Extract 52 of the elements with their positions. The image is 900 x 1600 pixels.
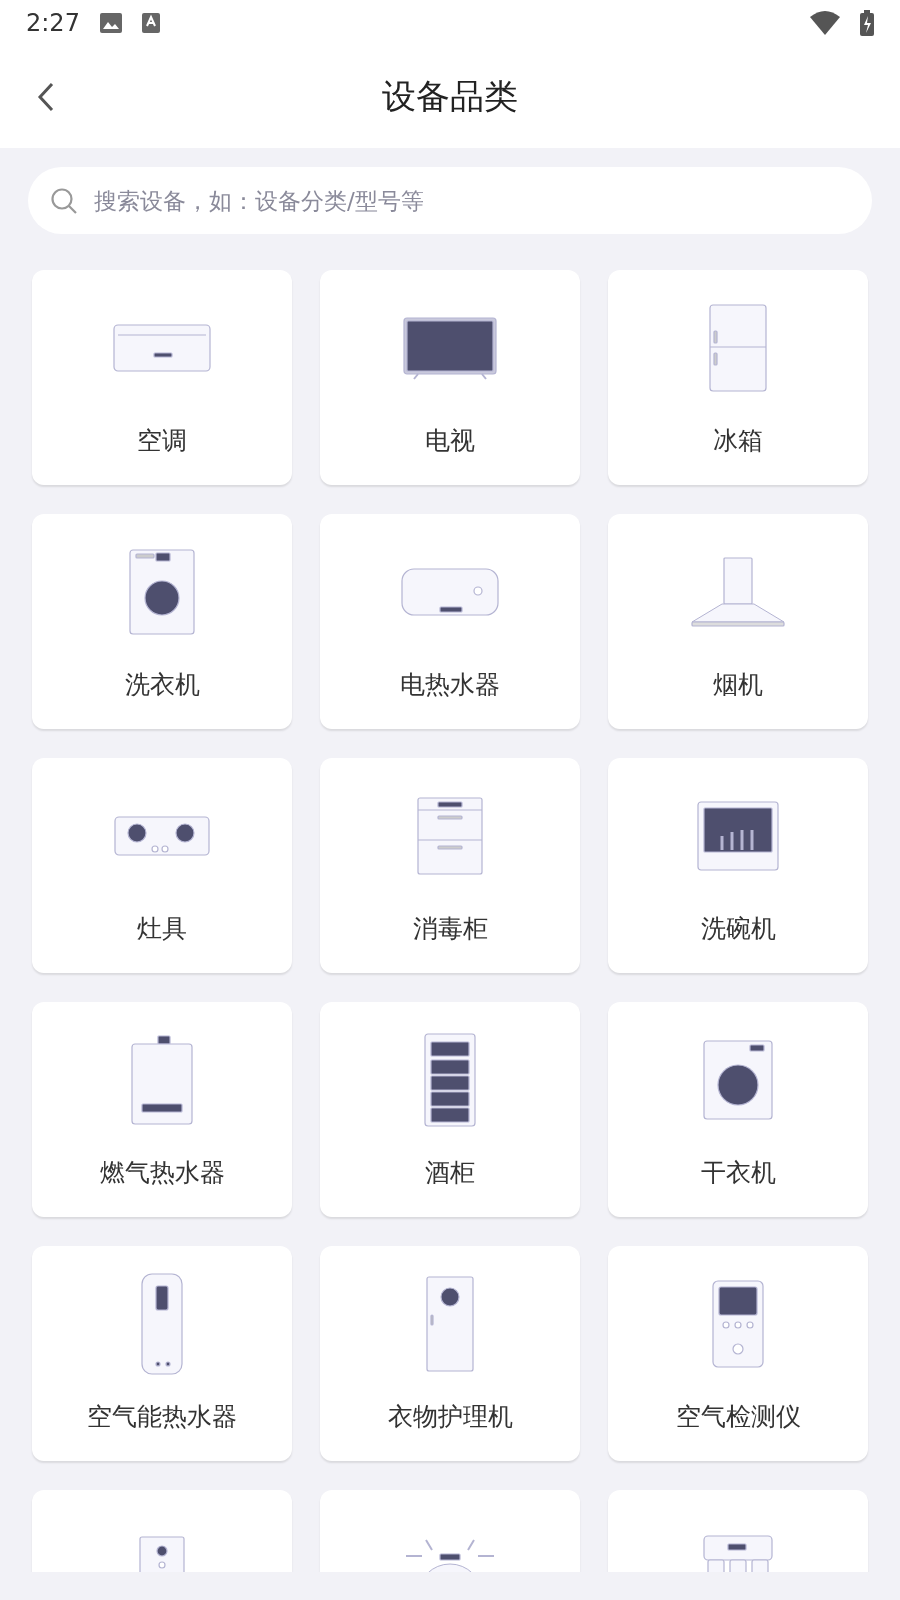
category-label: 洗碗机 [700,913,776,945]
television-icon [403,316,497,380]
battery-icon [860,10,874,36]
category-label: 空气能热水器 [87,1401,237,1433]
category-label: 电热水器 [400,669,500,701]
category-card[interactable]: 空调 [32,270,292,485]
category-card[interactable]: 烟机 [608,514,868,729]
heat-pump-icon [141,1273,183,1375]
washing-machine-icon [129,549,195,635]
category-card[interactable]: 洗碗机 [608,758,868,973]
image-icon [99,13,122,33]
keyboard-icon [141,13,160,33]
category-label: 洗衣机 [124,669,200,701]
category-card[interactable]: 空气能热水器 [32,1246,292,1461]
category-label: 酒柜 [425,1157,475,1189]
category-label: 电视 [425,425,475,457]
page-title: 设备品类 [382,75,518,118]
category-label: 空调 [137,425,187,457]
category-card[interactable]: 空气检测仪 [608,1246,868,1461]
dishwasher-icon [697,801,779,871]
boiler-icon [131,1035,193,1125]
wardrobe-icon [426,1276,474,1372]
category-card[interactable]: 干衣机 [608,1002,868,1217]
wifi-icon [810,11,840,35]
search-field[interactable]: 搜索设备，如：设备分类/型号等 [28,167,872,234]
category-card[interactable]: 洗衣机 [32,514,292,729]
category-card[interactable]: 电视 [320,270,580,485]
category-label: 衣物护理机 [387,1401,513,1433]
air-monitor-icon [712,1280,764,1368]
range-hood-icon [691,557,785,627]
category-card[interactable]: 电热水器 [320,514,580,729]
category-card[interactable]: 酒柜 [320,1002,580,1217]
cabinet-icon [417,797,483,875]
category-card[interactable]: 衣物护理机 [320,1246,580,1461]
category-label: 灶具 [137,913,187,945]
category-label: 冰箱 [713,425,763,457]
air-conditioner-icon [113,324,211,372]
status-time: 2:27 [26,9,80,37]
category-label: 消毒柜 [412,913,488,945]
category-label: 空气检测仪 [675,1401,801,1433]
category-card[interactable]: 冰箱 [608,270,868,485]
category-label: 燃气热水器 [99,1157,225,1189]
dryer-icon [703,1040,773,1120]
category-card[interactable]: 灶具 [32,758,292,973]
wine-cabinet-icon [424,1033,476,1127]
category-card[interactable]: 燃气热水器 [32,1002,292,1217]
category-label: 干衣机 [700,1157,776,1189]
category-card[interactable]: 消毒柜 [320,758,580,973]
refrigerator-icon [709,304,767,392]
gas-stove-icon [114,816,210,856]
category-label: 烟机 [713,669,763,701]
water-heater-icon [401,568,499,616]
